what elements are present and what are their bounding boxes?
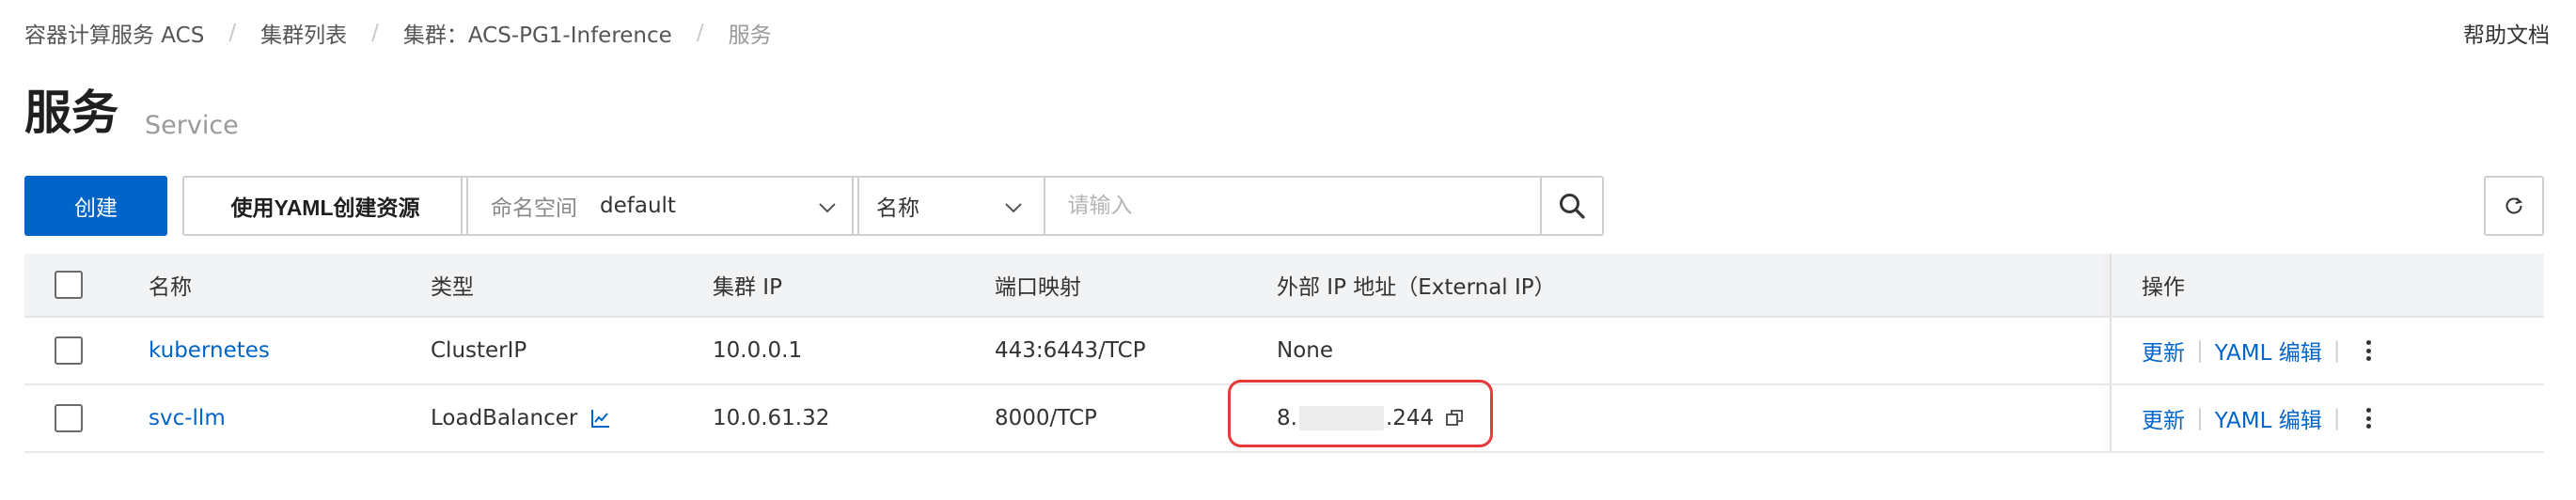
namespace-value: default	[600, 194, 676, 218]
search-icon	[1560, 194, 1585, 219]
update-link[interactable]: 更新	[2142, 335, 2185, 367]
cluster-ip: 10.0.61.32	[713, 406, 830, 430]
search-field-value: 名称	[876, 196, 919, 221]
column-header-type: 类型	[431, 275, 474, 300]
ops-column-divider	[2110, 385, 2112, 451]
action-separator: |	[2196, 338, 2204, 363]
breadcrumb-item-cluster[interactable]: 集群：ACS-PG1-Inference	[403, 17, 672, 49]
breadcrumb-separator: /	[696, 21, 704, 45]
breadcrumb-item-cluster-list[interactable]: 集群列表	[260, 17, 347, 49]
port-mapping: 443:6443/TCP	[995, 338, 1146, 363]
help-docs-link[interactable]: 帮助文档	[2463, 17, 2550, 49]
yaml-edit-link[interactable]: YAML 编辑	[2215, 402, 2322, 434]
column-header-ports: 端口映射	[995, 275, 1081, 300]
namespace-select[interactable]: 命名空间 default	[461, 176, 859, 236]
monitoring-chart-icon[interactable]	[590, 408, 611, 429]
row-checkbox[interactable]	[55, 336, 83, 365]
breadcrumb-separator: /	[371, 21, 379, 45]
ops-column-divider	[2110, 254, 2112, 316]
yaml-edit-link[interactable]: YAML 编辑	[2215, 335, 2322, 367]
namespace-label: 命名空间	[491, 196, 577, 221]
toolbar: 创建 使用YAML创建资源 命名空间 default 名称	[24, 176, 2544, 236]
column-header-external-ip: 外部 IP 地址（External IP）	[1277, 275, 1556, 300]
breadcrumb: 容器计算服务 ACS / 集群列表 / 集群：ACS-PG1-Inference…	[24, 17, 772, 49]
service-name-link[interactable]: svc-llm	[149, 385, 226, 451]
row-actions: 更新 | YAML 编辑 |	[2142, 385, 2372, 451]
column-header-cluster-ip: 集群 IP	[713, 275, 782, 300]
external-ip: None	[1277, 338, 1334, 363]
search-button[interactable]	[1542, 176, 1604, 236]
action-separator: |	[2333, 338, 2341, 363]
page-subtitle: Service	[145, 111, 239, 140]
column-header-name: 名称	[149, 275, 192, 300]
action-separator: |	[2196, 406, 2204, 430]
row-checkbox[interactable]	[55, 404, 83, 432]
refresh-button[interactable]	[2484, 176, 2544, 236]
service-type-cell: LoadBalancer	[431, 385, 611, 451]
search-field-select[interactable]: 名称	[852, 176, 1044, 236]
action-separator: |	[2333, 406, 2341, 430]
service-type: ClusterIP	[431, 338, 527, 363]
breadcrumb-item-acs[interactable]: 容器计算服务 ACS	[24, 17, 204, 49]
breadcrumb-item-current: 服务	[728, 23, 772, 48]
row-actions: 更新 | YAML 编辑 |	[2142, 318, 2372, 383]
column-header-ops: 操作	[2142, 275, 2185, 300]
search-input[interactable]	[1043, 176, 1543, 236]
more-actions-icon[interactable]	[2366, 340, 2372, 361]
chevron-down-icon	[1004, 203, 1022, 213]
page-title: 服务	[24, 86, 118, 140]
cluster-ip: 10.0.0.1	[713, 338, 803, 363]
chevron-down-icon	[819, 203, 836, 213]
update-link[interactable]: 更新	[2142, 402, 2185, 434]
service-name-link[interactable]: kubernetes	[149, 318, 270, 383]
service-type: LoadBalancer	[431, 406, 578, 430]
port-mapping: 8000/TCP	[995, 406, 1097, 430]
table-header-row: 名称 类型 集群 IP 端口映射 外部 IP 地址（External IP） 操…	[24, 254, 2544, 318]
create-button[interactable]: 创建	[24, 176, 167, 236]
ops-column-divider	[2110, 318, 2112, 383]
more-actions-icon[interactable]	[2366, 408, 2372, 429]
external-ip-highlight-box	[1228, 380, 1493, 447]
search-group: 名称	[852, 176, 1604, 236]
refresh-icon	[2505, 197, 2523, 214]
yaml-create-button[interactable]: 使用YAML创建资源	[182, 176, 468, 236]
select-all-checkbox[interactable]	[55, 271, 83, 299]
breadcrumb-separator: /	[228, 21, 237, 45]
table-row: kubernetes ClusterIP 10.0.0.1 443:6443/T…	[24, 318, 2544, 385]
